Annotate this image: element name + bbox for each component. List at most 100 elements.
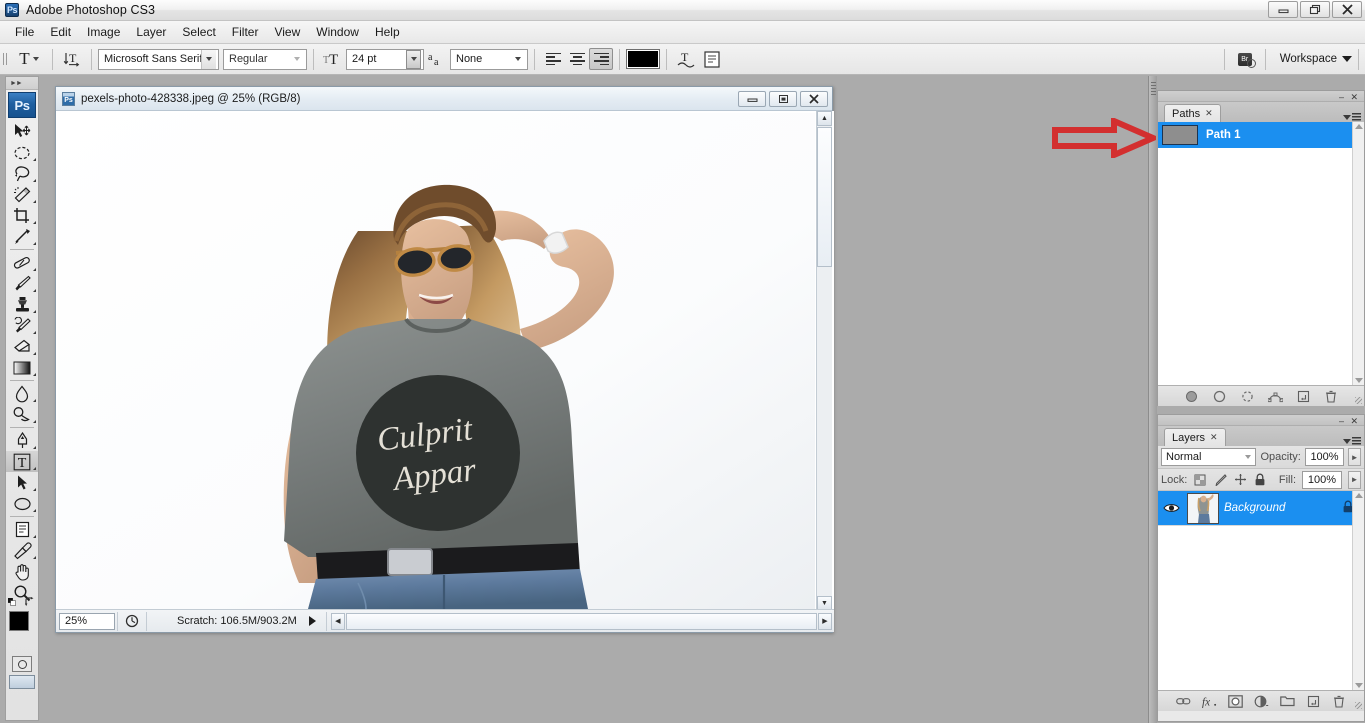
menu-layer[interactable]: Layer	[128, 22, 174, 42]
opacity-stepper[interactable]: ►	[1348, 448, 1361, 466]
restore-button[interactable]	[1300, 1, 1330, 18]
load-path-as-selection-icon[interactable]	[1240, 389, 1255, 404]
default-colors-icon[interactable]	[8, 598, 16, 606]
fill-input[interactable]: 100%	[1302, 470, 1342, 489]
stroke-path-icon[interactable]	[1212, 389, 1227, 404]
new-adjustment-layer-icon[interactable]	[1254, 694, 1269, 709]
current-tool-preset-picker[interactable]: T	[12, 46, 46, 72]
toolbox-collapse-header[interactable]: ►►	[6, 77, 38, 90]
anti-alias-select[interactable]: None	[450, 48, 528, 70]
panel-resize-grip[interactable]	[1355, 702, 1362, 709]
tool-eyedropper[interactable]	[6, 540, 38, 561]
tool-eraser[interactable]	[6, 336, 38, 357]
delete-layer-icon[interactable]	[1332, 694, 1347, 709]
tool-type[interactable]: T	[6, 451, 38, 472]
tool-blur[interactable]	[6, 383, 38, 404]
tool-notes[interactable]	[6, 519, 38, 540]
paths-panel-menu-button[interactable]	[1343, 113, 1361, 121]
document-image[interactable]: Culprit Appar	[58, 113, 815, 609]
bridge-button[interactable]: Br	[1231, 48, 1259, 70]
document-close-button[interactable]	[800, 90, 828, 107]
layers-panel-menu-button[interactable]	[1343, 437, 1361, 445]
align-left-button[interactable]	[541, 48, 565, 70]
screen-mode-button[interactable]	[9, 675, 35, 689]
options-bar-grip[interactable]	[0, 44, 12, 75]
layers-list[interactable]: Background	[1158, 491, 1364, 690]
horizontal-scroll-thumb[interactable]	[345, 612, 817, 630]
lock-all-icon[interactable]	[1253, 473, 1267, 487]
tool-dodge[interactable]	[6, 404, 38, 425]
scroll-up-button[interactable]: ▲	[817, 111, 832, 126]
make-work-path-icon[interactable]	[1267, 389, 1283, 404]
character-paragraph-panel-button[interactable]	[699, 47, 725, 71]
document-title-bar[interactable]: Ps pexels-photo-428338.jpeg @ 25% (RGB/8…	[56, 87, 832, 111]
tool-pen[interactable]	[6, 430, 38, 451]
tool-magic-wand[interactable]	[6, 184, 38, 205]
text-color-swatch[interactable]	[626, 49, 660, 69]
new-path-icon[interactable]	[1296, 389, 1311, 404]
lock-transparent-pixels-icon[interactable]	[1193, 473, 1207, 487]
zoom-level-input[interactable]: 25%	[59, 612, 115, 630]
canvas-area[interactable]: Culprit Appar	[56, 111, 834, 611]
layers-panel-header[interactable]: – ✕	[1158, 415, 1364, 426]
delete-path-icon[interactable]	[1324, 389, 1339, 404]
panel-dock-grip[interactable]	[1148, 76, 1157, 723]
layer-style-fx-icon[interactable]: fx	[1202, 694, 1217, 709]
scroll-up-icon[interactable]	[1355, 124, 1363, 129]
tool-lasso[interactable]	[6, 163, 38, 184]
layer-row-background[interactable]: Background	[1158, 491, 1364, 526]
warp-text-button[interactable]: T	[673, 47, 699, 71]
tool-healing-brush[interactable]	[6, 252, 38, 273]
paths-panel-header[interactable]: – ✕	[1158, 91, 1364, 102]
blend-mode-select[interactable]: Normal	[1161, 448, 1257, 466]
minimize-button[interactable]	[1268, 1, 1298, 18]
swap-colors-icon[interactable]	[24, 597, 35, 608]
lock-image-pixels-icon[interactable]	[1213, 473, 1227, 487]
close-button[interactable]	[1332, 1, 1362, 18]
tool-clone-stamp[interactable]	[6, 294, 38, 315]
tool-brush[interactable]	[6, 273, 38, 294]
align-center-button[interactable]	[565, 48, 589, 70]
chevron-down-icon[interactable]	[1342, 56, 1352, 62]
font-style-select[interactable]: Regular	[223, 48, 307, 70]
scroll-down-icon[interactable]	[1355, 683, 1363, 688]
foreground-color-swatch[interactable]	[9, 611, 29, 631]
tool-marquee[interactable]	[6, 142, 38, 163]
menu-file[interactable]: File	[7, 22, 42, 42]
close-icon[interactable]: ✕	[1210, 432, 1218, 443]
lock-position-icon[interactable]	[1233, 473, 1247, 487]
tool-path-selection[interactable]	[6, 472, 38, 493]
scroll-right-button[interactable]: ▶	[818, 612, 832, 630]
document-maximize-button[interactable]	[769, 90, 797, 107]
tool-slice[interactable]	[6, 226, 38, 247]
workspace-label[interactable]: Workspace	[1280, 53, 1337, 65]
layer-visibility-toggle[interactable]	[1160, 502, 1182, 514]
status-info-button[interactable]	[120, 612, 144, 631]
tab-layers[interactable]: Layers ✕	[1164, 428, 1226, 446]
document-minimize-button[interactable]	[738, 90, 766, 107]
tool-shape[interactable]	[6, 493, 38, 514]
tool-move[interactable]	[6, 121, 38, 142]
scroll-down-icon[interactable]	[1355, 378, 1363, 383]
add-layer-mask-icon[interactable]	[1227, 694, 1243, 709]
new-group-icon[interactable]	[1279, 694, 1295, 709]
scroll-up-icon[interactable]	[1355, 493, 1363, 498]
menu-image[interactable]: Image	[79, 22, 128, 42]
menu-window[interactable]: Window	[308, 22, 367, 42]
menu-filter[interactable]: Filter	[224, 22, 267, 42]
paths-panel-scrollbar[interactable]	[1352, 122, 1364, 385]
paths-list[interactable]: Path 1	[1158, 122, 1364, 385]
font-size-select[interactable]: 24 pt	[346, 48, 424, 70]
menu-edit[interactable]: Edit	[42, 22, 79, 42]
vertical-scroll-thumb[interactable]	[817, 127, 832, 267]
new-layer-icon[interactable]	[1306, 694, 1321, 709]
panel-resize-grip[interactable]	[1355, 397, 1362, 404]
tab-paths[interactable]: Paths ✕	[1164, 104, 1221, 122]
quick-mask-button[interactable]	[12, 656, 32, 672]
fill-path-icon[interactable]	[1184, 389, 1199, 404]
close-icon[interactable]: ✕	[1205, 108, 1213, 119]
align-right-button[interactable]	[589, 48, 613, 70]
link-layers-icon[interactable]	[1175, 694, 1191, 709]
font-family-select[interactable]: Microsoft Sans Serif	[98, 48, 219, 70]
menu-select[interactable]: Select	[174, 22, 223, 42]
